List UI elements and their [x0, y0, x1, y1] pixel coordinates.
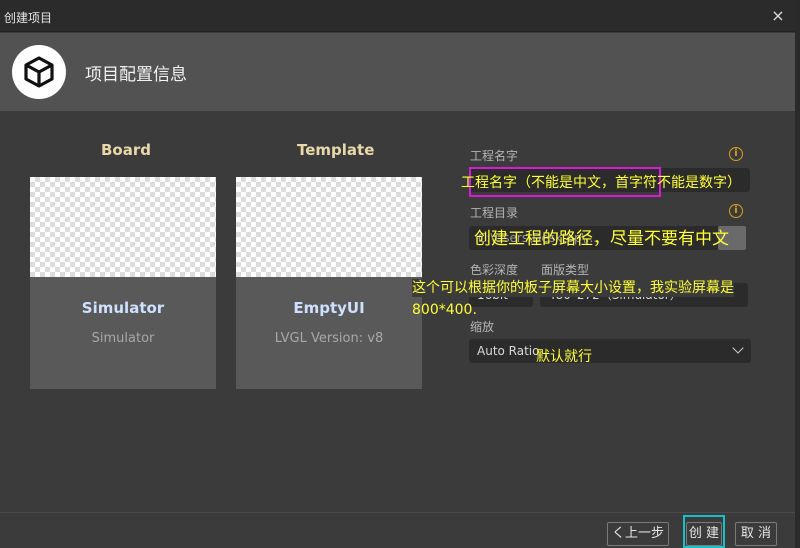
project-name-label: 工程名字	[470, 149, 519, 163]
scale-select[interactable]: Auto Ratio	[469, 339, 751, 363]
header-banner: 项目配置信息	[0, 33, 800, 111]
create-highlight-box	[683, 515, 725, 548]
panel-type-label: 面版类型	[541, 263, 590, 277]
cancel-button[interactable]: 取 消	[735, 522, 777, 546]
scale-label: 缩放	[470, 320, 495, 334]
board-card-name: Simulator	[81, 299, 165, 317]
project-dir-label: 工程目录	[470, 206, 519, 220]
cube-icon	[12, 45, 66, 99]
scale-value: Auto Ratio	[477, 344, 540, 358]
board-column-title: Board	[101, 141, 151, 159]
page-title: 项目配置信息	[85, 65, 187, 85]
window-title: 创建项目	[4, 11, 53, 25]
name-annotation: 工程名字（不能是中文，首字符不能是数字）	[461, 175, 741, 191]
size-annotation-line1: 这个可以根据你的板子屏幕大小设置，我实验屏幕是	[412, 279, 734, 297]
template-card-subtitle: LVGL Version: v8	[274, 331, 384, 346]
template-column-title: Template	[297, 141, 375, 159]
board-card-subtitle: Simulator	[91, 331, 155, 346]
footer-divider	[0, 512, 800, 513]
previous-step-button[interactable]: く上一步	[607, 522, 669, 546]
color-depth-label: 色彩深度	[470, 263, 519, 277]
dir-annotation: 创建工程的路径，尽量不要有中文	[474, 229, 729, 249]
board-preview-image	[30, 177, 216, 277]
board-card-simulator[interactable]: Simulator Simulator	[30, 177, 216, 389]
title-bar: 创建项目 ×	[0, 0, 800, 32]
template-card-emptyui[interactable]: EmptyUI LVGL Version: v8	[236, 177, 422, 389]
scale-annotation: 默认就行	[536, 349, 592, 365]
chevron-down-icon	[732, 342, 744, 354]
create-project-dialog: 创建项目 × 项目配置信息 Board Template Simulator S…	[0, 0, 800, 548]
size-annotation-line2: 800*400.	[412, 302, 477, 318]
close-icon[interactable]: ×	[770, 6, 786, 25]
window-edge	[795, 0, 800, 548]
info-icon[interactable]: i	[729, 147, 743, 161]
template-preview-image	[236, 177, 422, 277]
info-icon[interactable]: i	[729, 204, 743, 218]
template-card-name: EmptyUI	[293, 299, 365, 317]
